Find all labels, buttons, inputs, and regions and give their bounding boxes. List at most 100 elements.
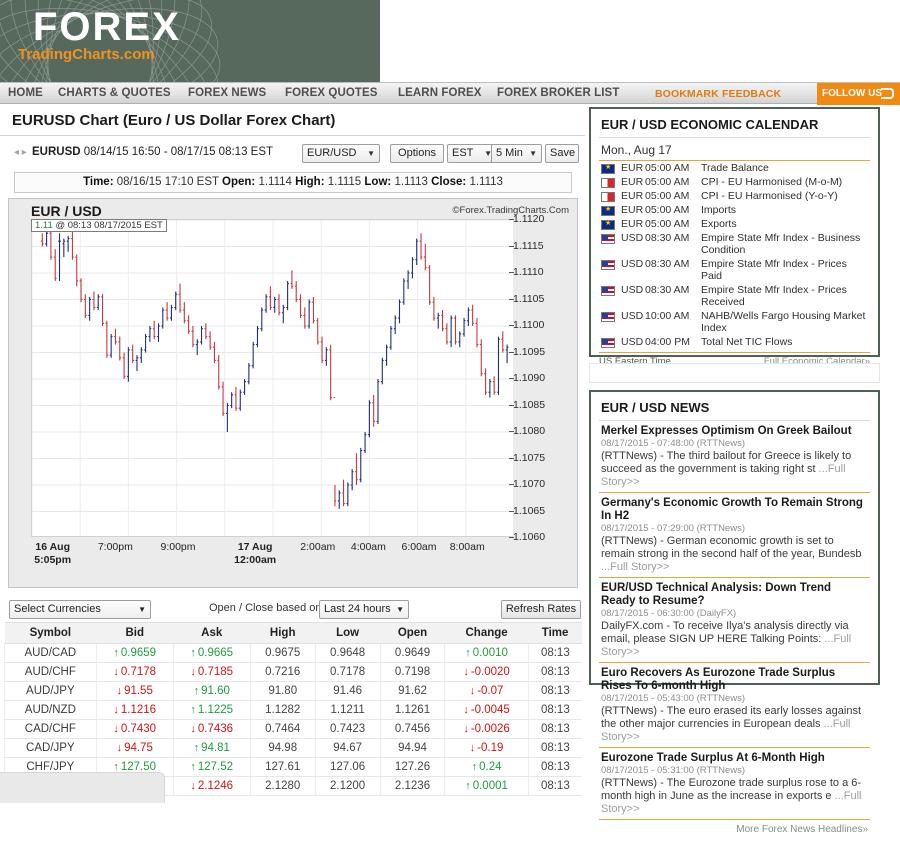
ohlc-bar [488, 379, 492, 398]
news-headline[interactable]: Germany's Economic Growth To Remain Stro… [601, 497, 868, 523]
column-header[interactable]: Low [315, 622, 381, 644]
cell-bid: ↓ 1.1216 [95, 700, 174, 720]
news-item[interactable]: Eurozone Trade Surplus At 6-Month High 08… [599, 748, 870, 820]
news-headline[interactable]: Euro Recovers As Eurozone Trade Surplus … [601, 667, 868, 693]
nav-item-feedback[interactable]: FEEDBACK [722, 88, 781, 100]
ohlc-bar [109, 333, 113, 358]
cell-time: 08:13 [527, 700, 582, 720]
quotes-controls: ▼ Select Currencies Open / Close based o… [4, 600, 582, 622]
column-header[interactable]: Ask [173, 622, 251, 644]
calendar-time: 08:30 AM [645, 232, 690, 244]
cell-bid: ↑ 0.9659 [95, 643, 174, 663]
cell-open: 91.62 [379, 681, 445, 701]
table-row[interactable]: AUD/NZD ↓ 1.1216 ↑ 1.1225 1.1282 1.1211 1.1261 ↓… [4, 700, 582, 720]
table-row[interactable]: CAD/JPY ↓ 94.75 ↑ 94.81 94.98 94.67 94.94 ↓ -0.19… [4, 738, 582, 758]
calendar-row[interactable]: EUR05:00 AM Exports [599, 217, 870, 231]
cell-change: ↑ 0.0010 [444, 643, 529, 663]
calendar-currency: EUR [621, 204, 644, 216]
column-header[interactable]: Symbol [4, 622, 97, 644]
nav-item-charts-quotes[interactable]: CHARTS & QUOTES [58, 87, 171, 99]
ohlc-bar [479, 339, 483, 377]
ohlc-low-label: Low: [364, 176, 392, 188]
full-story-link[interactable]: ...Full Story>> [601, 561, 669, 573]
more-news-link[interactable]: More Forex News Headlines» [599, 820, 870, 835]
arrow-down-icon: ↓ [469, 742, 476, 754]
x-axis-tick: 16 Aug 5:05pm [34, 541, 72, 566]
news-item[interactable]: Merkel Expresses Optimism On Greek Bailo… [599, 421, 870, 493]
nav-item-bookmark[interactable]: BOOKMARK [655, 88, 719, 100]
calendar-row[interactable]: USD 08:30 AM Empire State Mfr Index - Pric… [599, 257, 870, 283]
timezone-select[interactable]: ▼ EST [447, 144, 497, 163]
y-axis-tick: 1.1115 [509, 239, 544, 252]
calendar-row[interactable]: USD 10:00 AM NAHB/Wells Fargo Housing Mark… [599, 309, 870, 335]
calendar-row[interactable]: USD 08:30 AM Empire State Mfr Index - Pric… [599, 283, 870, 309]
calendar-event: CPI - EU Harmonised (M-o-M) [701, 176, 843, 188]
news-headline[interactable]: Merkel Expresses Optimism On Greek Bailo… [601, 425, 868, 438]
chart-plot-area[interactable] [31, 219, 513, 537]
pair-select-value: EUR/USD [307, 147, 357, 159]
calendar-row[interactable]: EUR 05:00 AM CPI - EU Harmonised (M-o-M) [599, 175, 870, 189]
column-header[interactable]: Open [380, 622, 445, 644]
cell-high: 94.98 [249, 738, 316, 758]
news-headline[interactable]: Eurozone Trade Surplus At 6-Month High [601, 752, 868, 765]
pair-select[interactable]: ▼ EUR/USD [302, 144, 380, 163]
calendar-row[interactable]: EUR05:00 AM Imports [599, 203, 870, 217]
calendar-row[interactable]: EUR 05:00 AM CPI - EU Harmonised (Y-o-Y) [599, 189, 870, 203]
news-headline[interactable]: EUR/USD Technical Analysis: Down Trend R… [601, 582, 868, 608]
site-logo-subtitle[interactable]: TradingCharts.com [18, 46, 155, 63]
column-header[interactable]: Change [444, 622, 529, 644]
save-button[interactable]: Save [545, 144, 579, 163]
column-header[interactable]: Time [528, 622, 582, 644]
full-story-link[interactable]: ...Full Story>> [601, 633, 851, 658]
ohlc-bar [471, 304, 475, 326]
column-header[interactable]: High [250, 622, 316, 644]
ohlc-bar [359, 447, 363, 483]
cell-change-value: 0.24 [479, 761, 502, 773]
follow-us-button[interactable]: FOLLOW US [817, 83, 900, 105]
cell-high: 91.80 [249, 681, 316, 701]
site-logo-title[interactable]: FOREX [33, 6, 181, 48]
refresh-rates-button[interactable]: Refresh Rates [501, 600, 581, 619]
nav-item-forex-quotes[interactable]: FOREX QUOTES [285, 87, 378, 99]
cell-bid: ↓ 94.75 [95, 738, 174, 758]
table-row[interactable]: CAD/CHF ↓ 0.7430 ↓ 0.7436 0.7464 0.7423 0.7456 ↓… [4, 719, 582, 739]
arrow-up-icon: ↑ [193, 742, 200, 754]
cell-high: 0.7464 [249, 719, 316, 739]
news-date: 08/17/2015 - 07:29:00 (RTTNews) [601, 523, 745, 534]
calendar-row[interactable]: USD 08:30 AM Empire State Mfr Index - Busi… [599, 231, 870, 257]
news-date: 08/17/2015 - 07:48:00 (RTTNews) [601, 438, 745, 449]
nav-item-forex-news[interactable]: FOREX NEWS [188, 87, 266, 99]
news-item[interactable]: EUR/USD Technical Analysis: Down Trend R… [599, 578, 870, 663]
table-row[interactable]: AUD/CHF ↓ 0.7178 ↓ 0.7185 0.7216 0.7178 0.7198 ↓… [4, 662, 582, 682]
nav-item-learn-forex[interactable]: LEARN FOREX [398, 87, 482, 99]
calendar-row[interactable]: USD 04:00 PM Total Net TIC Flows [599, 335, 870, 349]
table-row[interactable]: AUD/JPY ↓ 91.55 ↑ 91.60 91.80 91.46 91.62 ↓ -0.07… [4, 681, 582, 701]
ohlc-bar [118, 336, 122, 361]
news-panel: EUR / USD NEWS Merkel Expresses Optimism… [589, 390, 880, 835]
nav-arrows-icon[interactable]: ◂ ▸ [14, 147, 27, 158]
ohlc-bar [380, 357, 384, 385]
nav-item-forex-broker-list[interactable]: FOREX BROKER LIST [497, 87, 619, 99]
table-row[interactable]: AUD/CAD ↑ 0.9659 ↑ 0.9665 0.9675 0.9648 0.9649 ↑… [4, 643, 582, 663]
calendar-row[interactable]: EUR05:00 AM Trade Balance [599, 161, 870, 175]
full-story-link[interactable]: ...Full Story>> [601, 718, 850, 743]
open-close-dropdown[interactable]: ▼ Last 24 hours [319, 600, 409, 619]
x-axis-tick: 17 Aug 12:00am [234, 541, 277, 566]
news-item[interactable]: Germany's Economic Growth To Remain Stro… [599, 493, 870, 578]
nav-item-home[interactable]: HOME [8, 87, 43, 99]
news-item[interactable]: Euro Recovers As Eurozone Trade Surplus … [599, 663, 870, 748]
ohlc-open-value: 1.1114 [258, 176, 292, 188]
ohlc-bar [88, 296, 92, 321]
cell-bid-value: 0.9659 [120, 647, 157, 659]
select-currencies-dropdown[interactable]: ▼ Select Currencies [9, 600, 151, 619]
column-header[interactable]: Bid [96, 622, 174, 644]
cell-ask-value: 91.60 [201, 685, 230, 697]
full-story-link[interactable]: ...Full Story>> [601, 463, 846, 488]
calendar-title: EUR / USD ECONOMIC CALENDAR [599, 115, 870, 138]
ohlc-bar [501, 331, 505, 353]
arrow-up-icon: ↑ [190, 647, 196, 659]
price-chart[interactable]: EUR / USD ©Forex.TradingCharts.Com 1.11 … [8, 198, 578, 588]
ohlc-bar [294, 280, 298, 303]
interval-select[interactable]: ▼ 5 Min [491, 144, 542, 163]
options-button[interactable]: Options [390, 144, 444, 163]
